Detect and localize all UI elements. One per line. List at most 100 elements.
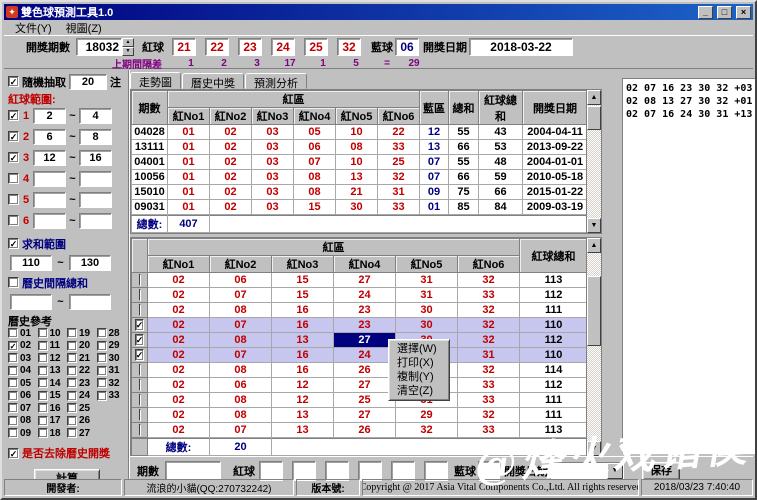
history-09-checkbox[interactable] <box>8 428 18 439</box>
history-15-checkbox[interactable] <box>37 390 48 401</box>
red-number-cell[interactable]: 33 <box>456 287 521 303</box>
red-number-cell[interactable]: 25 <box>333 392 396 408</box>
red-ball-input-6[interactable] <box>337 38 361 56</box>
history-gap-to-input[interactable] <box>69 294 111 310</box>
range-3-to-input[interactable] <box>79 149 112 166</box>
sum-to-input[interactable] <box>69 255 111 271</box>
range-6-from-input[interactable] <box>33 212 66 229</box>
red-number-cell[interactable]: 12 <box>271 392 334 408</box>
red-number-cell[interactable]: 02 <box>147 362 210 378</box>
red-number-cell[interactable]: 31 <box>456 347 521 363</box>
history-18-checkbox[interactable] <box>37 428 48 439</box>
entry-red-ball-input-6[interactable] <box>424 460 448 481</box>
history-30-checkbox[interactable] <box>96 353 107 364</box>
red-ball-input-2[interactable] <box>205 38 229 56</box>
draw-date-input[interactable] <box>469 38 573 56</box>
row-checkbox[interactable] <box>138 364 141 376</box>
history-02-checkbox[interactable]: ✓ <box>8 340 18 351</box>
red-number-cell[interactable]: 27 <box>333 272 396 288</box>
red-ball-input-5[interactable] <box>304 38 328 56</box>
menu-item-view[interactable]: 視圖(Z) <box>59 20 109 36</box>
range-5-to-input[interactable] <box>79 191 112 208</box>
history-29-checkbox[interactable] <box>96 340 107 351</box>
save-button[interactable]: 保存 <box>642 461 680 480</box>
row-select-cell[interactable] <box>131 287 148 303</box>
context-menu-item-copy[interactable]: 複制(Y) <box>389 370 449 384</box>
row-checkbox[interactable] <box>138 409 141 421</box>
history-14-checkbox[interactable] <box>37 378 48 389</box>
row-select-cell[interactable] <box>131 407 148 423</box>
history-21-checkbox[interactable] <box>67 353 77 364</box>
history-04-checkbox[interactable] <box>8 365 18 376</box>
red-number-cell[interactable]: 13 <box>271 332 334 348</box>
tab-forecast-analysis[interactable]: 預測分析 <box>245 73 307 90</box>
red-number-cell[interactable]: 24 <box>333 287 396 303</box>
history-27-checkbox[interactable] <box>67 428 77 439</box>
red-number-cell[interactable]: 30 <box>395 317 458 333</box>
red-number-cell[interactable]: 07 <box>209 317 272 333</box>
red-number-cell[interactable]: 08 <box>209 407 272 423</box>
history-25-checkbox[interactable] <box>67 403 77 414</box>
row-checkbox[interactable] <box>138 274 141 286</box>
range-2-to-input[interactable] <box>79 128 112 145</box>
range-3-checkbox[interactable]: ✓ <box>8 152 19 163</box>
red-number-cell[interactable]: 32 <box>395 422 458 438</box>
red-number-cell[interactable]: 13 <box>271 422 334 438</box>
row-checkbox[interactable] <box>138 379 141 391</box>
row-checkbox[interactable] <box>138 424 141 436</box>
entry-red-ball-input-2[interactable] <box>292 460 316 481</box>
blue-ball-input[interactable] <box>395 38 419 56</box>
red-number-cell[interactable]: 12 <box>271 377 334 393</box>
red-number-cell[interactable]: 23 <box>333 317 396 333</box>
red-number-cell[interactable]: 08 <box>209 392 272 408</box>
red-number-cell[interactable]: 31 <box>395 287 458 303</box>
context-menu-item-select[interactable]: 選擇(W) <box>389 342 449 356</box>
red-number-cell[interactable]: 07 <box>209 287 272 303</box>
row-select-cell[interactable]: ✓ <box>131 347 148 363</box>
history-10-checkbox[interactable] <box>37 328 48 339</box>
red-number-cell[interactable]: 33 <box>456 392 521 408</box>
row-select-cell[interactable] <box>131 272 148 288</box>
red-number-cell[interactable]: 16 <box>271 302 334 318</box>
red-number-cell[interactable]: 24 <box>333 347 396 363</box>
history-08-checkbox[interactable] <box>8 415 18 426</box>
red-number-cell[interactable]: 32 <box>456 362 521 378</box>
red-number-cell[interactable]: 15 <box>271 272 334 288</box>
history-33-checkbox[interactable] <box>96 390 107 401</box>
red-number-cell[interactable]: 02 <box>147 302 210 318</box>
scroll-up-icon[interactable]: ▲ <box>587 238 601 253</box>
red-number-cell[interactable]: 02 <box>147 377 210 393</box>
entry-issue-input[interactable] <box>165 461 221 480</box>
red-number-cell[interactable]: 23 <box>333 302 396 318</box>
top-table-scrollbar[interactable]: ▲ ▼ <box>586 90 601 233</box>
scroll-thumb[interactable] <box>587 276 601 346</box>
red-number-cell[interactable]: 08 <box>209 302 272 318</box>
red-number-cell[interactable]: 02 <box>147 272 210 288</box>
range-5-checkbox[interactable] <box>8 194 19 205</box>
red-number-cell[interactable]: 08 <box>209 332 272 348</box>
combo-arrow-icon[interactable]: ▼ <box>607 462 623 479</box>
range-4-checkbox[interactable] <box>8 173 19 184</box>
history-32-checkbox[interactable] <box>96 378 107 389</box>
red-number-cell[interactable]: 32 <box>456 407 521 423</box>
random-count-input[interactable] <box>69 73 107 90</box>
red-number-cell[interactable]: 31 <box>395 272 458 288</box>
draw-issue-input[interactable] <box>76 38 122 56</box>
history-gap-from-input[interactable] <box>10 294 52 310</box>
row-checkbox[interactable] <box>138 304 141 316</box>
history-19-checkbox[interactable] <box>67 328 77 339</box>
spinner-down-icon[interactable]: ▼ <box>122 47 134 56</box>
red-number-cell[interactable]: 16 <box>271 317 334 333</box>
tab-history-wins[interactable]: 曆史中獎 <box>182 73 244 90</box>
history-06-checkbox[interactable] <box>8 390 18 401</box>
row-checkbox[interactable] <box>138 394 141 406</box>
sum-from-input[interactable] <box>10 255 52 271</box>
entry-date-select[interactable]: ▼ <box>550 461 624 480</box>
red-number-cell[interactable]: 06 <box>209 272 272 288</box>
history-gap-checkbox[interactable] <box>8 277 19 288</box>
sum-range-checkbox[interactable]: ✓ <box>8 238 19 249</box>
history-16-checkbox[interactable] <box>37 403 48 414</box>
red-number-cell[interactable]: 32 <box>456 302 521 318</box>
context-menu-item-print[interactable]: 打印(X) <box>389 356 449 370</box>
red-number-cell[interactable]: 02 <box>147 407 210 423</box>
